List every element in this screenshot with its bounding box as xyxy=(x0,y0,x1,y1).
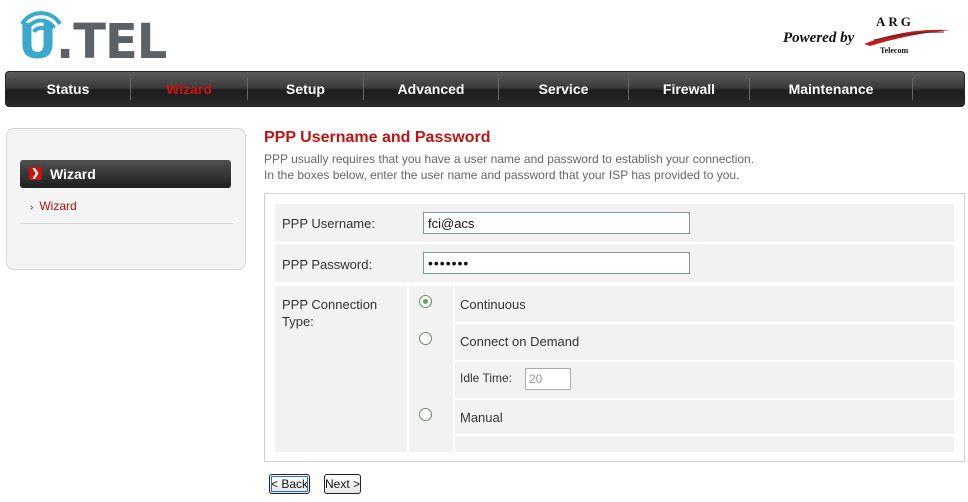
nav-divider xyxy=(912,78,913,100)
nav-maintenance[interactable]: Maintenance xyxy=(750,72,912,106)
sidebar-heading-label: Wizard xyxy=(50,166,96,182)
sidebar-heading[interactable]: ❯ Wizard xyxy=(20,160,231,188)
partner-logo-sub: Telecom xyxy=(880,46,909,55)
sidebar: ❯ Wizard › Wizard xyxy=(6,128,246,270)
main-nav: Status Wizard Setup Advanced Service Fir… xyxy=(5,71,965,107)
sidebar-divider xyxy=(20,223,233,224)
option-label-manual: Manual xyxy=(460,410,503,425)
option-label-continuous: Continuous xyxy=(460,297,526,312)
conn-type-label: PPP Connection Type: xyxy=(282,297,378,329)
back-button[interactable]: < Back xyxy=(269,474,310,494)
username-input[interactable] xyxy=(423,212,690,234)
option-row-manual xyxy=(455,400,954,434)
nav-status[interactable]: Status xyxy=(6,72,130,106)
header: U.TEL Powered by ARG Telecom xyxy=(0,0,968,70)
page-title: PPP Username and Password xyxy=(264,129,491,146)
next-button[interactable]: Next > xyxy=(324,474,361,494)
powered-by-text: Powered by xyxy=(783,30,855,46)
sidebar-item-wizard[interactable]: › Wizard xyxy=(30,199,77,213)
router-admin-page: U.TEL Powered by ARG Telecom Status Wiza… xyxy=(0,0,968,502)
partner-swoosh-icon xyxy=(864,29,950,46)
option-row-continuous xyxy=(455,286,954,322)
radio-connect-on-demand[interactable] xyxy=(419,332,432,345)
bullet-icon: › xyxy=(30,202,34,213)
idle-time-input[interactable] xyxy=(525,368,571,390)
nav-wizard[interactable]: Wizard xyxy=(131,72,247,106)
radio-manual[interactable] xyxy=(419,408,432,421)
page-description: PPP usually requires that you have a use… xyxy=(264,151,754,183)
password-input[interactable]: ••••••• xyxy=(423,252,690,274)
logo-text: U.TEL xyxy=(18,14,167,70)
description-line: In the boxes below, enter the user name … xyxy=(264,168,740,182)
username-label: PPP Username: xyxy=(282,216,375,231)
radio-column xyxy=(409,286,453,452)
utel-logo: U.TEL xyxy=(8,2,183,70)
ppp-form-panel: PPP Username: PPP Password: ••••••• PPP … xyxy=(264,193,965,462)
nav-advanced[interactable]: Advanced xyxy=(364,72,498,106)
idle-time-label: Idle Time: xyxy=(460,371,513,385)
nav-service[interactable]: Service xyxy=(499,72,628,106)
radio-continuous[interactable] xyxy=(419,295,432,308)
nav-setup[interactable]: Setup xyxy=(248,72,363,106)
password-label: PPP Password: xyxy=(282,257,373,272)
empty-row xyxy=(455,436,954,452)
chevron-right-icon: ❯ xyxy=(29,167,42,180)
description-line: PPP usually requires that you have a use… xyxy=(264,152,755,166)
nav-firewall[interactable]: Firewall xyxy=(629,72,749,106)
option-label-demand: Connect on Demand xyxy=(460,334,580,349)
sidebar-item-label: Wizard xyxy=(39,199,77,213)
